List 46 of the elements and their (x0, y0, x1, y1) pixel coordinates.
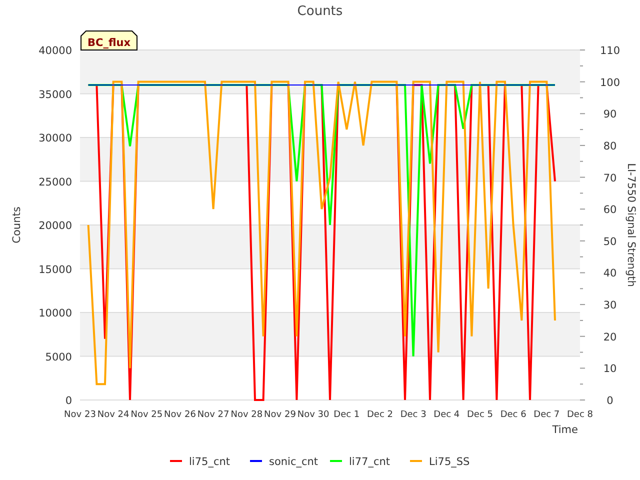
x-axis-label: Time (552, 424, 578, 436)
y-tick-label: 70 (603, 172, 617, 184)
y-tick-label: 20 (603, 331, 617, 344)
y-tick-label: 10000 (38, 308, 72, 320)
x-tick-label: Nov 27 (197, 410, 230, 420)
y-tick-label: 50 (603, 236, 617, 248)
y-tick-label: 0 (65, 395, 72, 407)
y-tick-label: 110 (600, 45, 620, 57)
x-tick-label: Nov 25 (130, 410, 163, 420)
y-tick-label: 60 (603, 204, 617, 216)
y-tick-label: 0 (606, 395, 614, 407)
y-tick-label: 80 (603, 140, 617, 152)
x-tick-label: Nov 29 (264, 410, 296, 420)
x-tick-label: Nov 24 (97, 410, 130, 420)
y-tick-label: 35000 (38, 88, 72, 101)
legend-label: Li75_SS (429, 456, 470, 468)
y-axis-label: Counts (11, 206, 23, 244)
label-badge: BC_flux (80, 30, 138, 50)
x-tick-label: Nov 23 (64, 410, 96, 420)
x-tick-label: Nov 30 (297, 410, 330, 420)
y-axis-label: LI-7550 Signal Strength (625, 163, 637, 287)
legend-label: sonic_cnt (269, 456, 318, 468)
y-tick-label: 15000 (38, 264, 72, 276)
y-tick-label: 30 (603, 300, 617, 312)
x-tick-label: Dec 3 (400, 410, 426, 420)
y-tick-label: 40 (603, 268, 617, 280)
y-tick-label: 90 (603, 108, 617, 121)
y-tick-label: 40000 (38, 45, 72, 57)
y-tick-label: 25000 (38, 176, 72, 188)
y-tick-label: 100 (600, 76, 620, 89)
x-tick-label: Dec 6 (500, 410, 526, 420)
chart-title: Counts (297, 4, 343, 19)
y-tick-label: 5000 (45, 351, 72, 364)
x-tick-label: Dec 2 (367, 410, 393, 420)
x-tick-label: Nov 26 (164, 410, 196, 420)
x-tick-label: Dec 5 (467, 410, 493, 420)
y-tick-label: 30000 (38, 132, 72, 144)
y-tick-label: 20000 (38, 220, 72, 232)
x-tick-label: Dec 8 (567, 410, 593, 420)
x-tick-label: Dec 7 (534, 410, 560, 420)
legend-label: li75_cnt (189, 456, 230, 468)
x-tick-label: Dec 1 (334, 410, 360, 420)
x-tick-label: Dec 4 (434, 410, 460, 420)
legend-label: li77_cnt (349, 456, 390, 468)
x-tick-label: Nov 28 (230, 410, 263, 420)
y-tick-label: 10 (603, 363, 617, 376)
